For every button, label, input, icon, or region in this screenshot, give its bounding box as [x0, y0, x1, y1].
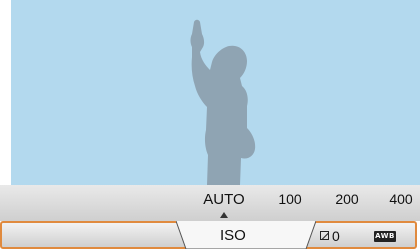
- active-tab-shape: [176, 221, 316, 249]
- person-silhouette: [190, 19, 256, 185]
- exposure-value[interactable]: 0: [332, 228, 340, 244]
- iso-value-strip[interactable]: AUTO 100 200 400: [0, 185, 420, 221]
- camera-screen: AUTO 100 200 400 ISO 0 AWB: [0, 0, 420, 251]
- iso-option-auto[interactable]: AUTO: [203, 191, 244, 208]
- iso-option-400[interactable]: 400: [389, 191, 412, 207]
- tab-iso[interactable]: ISO: [220, 227, 246, 244]
- white-balance-awb-icon[interactable]: AWB: [374, 231, 396, 242]
- quick-menu-bar: ISO 0 AWB: [0, 221, 417, 249]
- iso-option-200[interactable]: 200: [335, 191, 358, 207]
- left-bezel: [0, 0, 11, 185]
- viewfinder-preview: [11, 0, 420, 185]
- exposure-compensation-icon[interactable]: [320, 231, 329, 240]
- iso-option-100[interactable]: 100: [278, 191, 301, 207]
- selection-indicator-icon: [220, 212, 228, 218]
